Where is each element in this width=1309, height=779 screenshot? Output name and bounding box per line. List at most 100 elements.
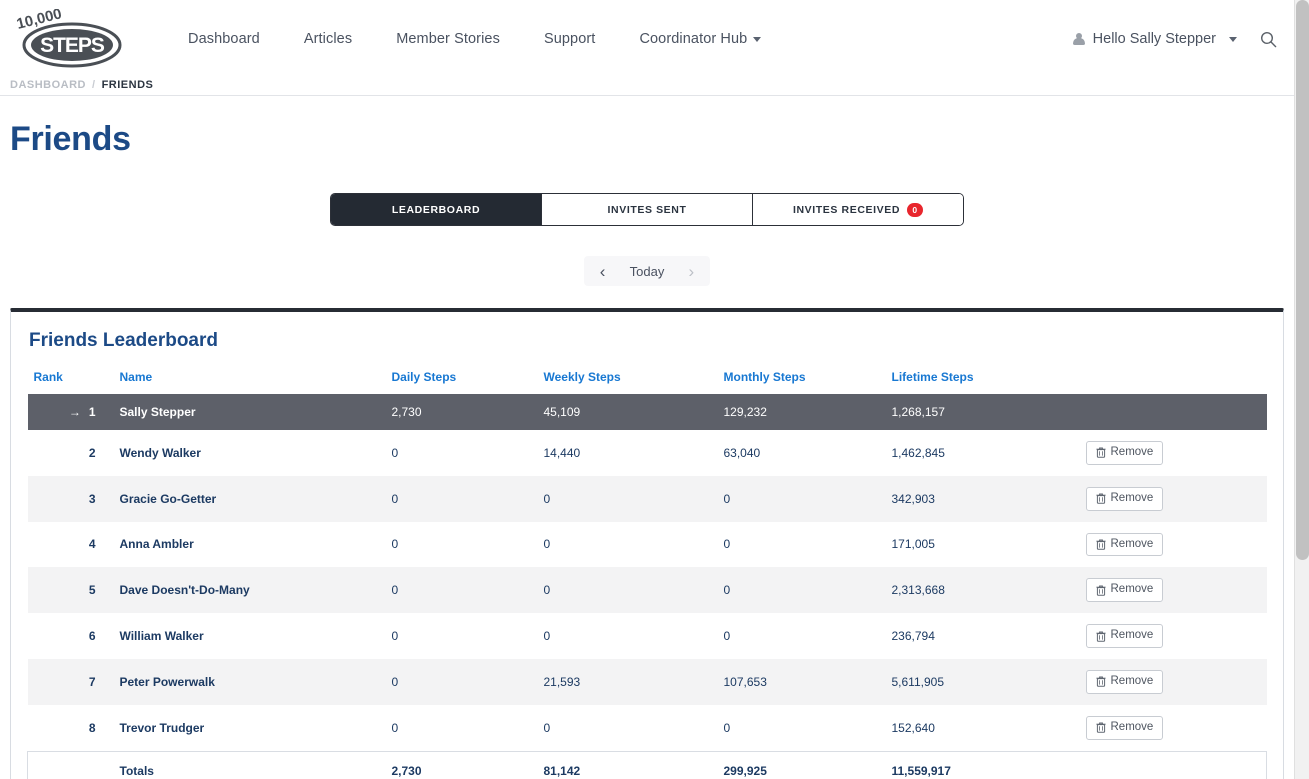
nav-link-dashboard[interactable]: Dashboard: [166, 23, 282, 55]
cell-name[interactable]: Anna Ambler: [114, 522, 386, 568]
remove-friend-button[interactable]: Remove: [1085, 578, 1164, 603]
cell-weekly-steps: 0: [543, 720, 551, 735]
cell-daily-steps: 0: [391, 537, 399, 552]
table-row[interactable]: → 1 Sally Stepper 2,730 45,109 129,232 1,268,1…: [27, 394, 1267, 430]
current-user-arrow-icon: →: [68, 405, 81, 419]
column-header-name[interactable]: Name: [114, 366, 386, 394]
tab-invites-received[interactable]: INVITES RECEIVED 0: [753, 194, 963, 225]
cell-rank: 8: [28, 705, 114, 751]
trash-icon: [1095, 539, 1106, 550]
totals-action-cell: [1075, 750, 1267, 779]
table-row[interactable]: 4 Anna Ambler 0 0 0 171,005 Remove: [28, 522, 1267, 568]
table-header-row: Rank Name Daily Steps Weekly Steps Month…: [28, 366, 1267, 394]
remove-friend-button[interactable]: Remove: [1085, 669, 1164, 694]
remove-button-label: Remove: [1110, 446, 1154, 458]
user-greeting-label: Hello Sally Stepper: [1092, 31, 1216, 47]
cell-rank: 6: [28, 613, 114, 659]
cell-name[interactable]: Peter Powerwalk: [114, 659, 386, 705]
user-menu-button[interactable]: Hello Sally Stepper: [1067, 27, 1243, 51]
cell-name[interactable]: William Walker: [114, 613, 386, 659]
header-right-controls: Hello Sally Stepper: [1067, 27, 1280, 51]
nav-link-member-stories[interactable]: Member Stories: [374, 23, 522, 55]
remove-friend-button[interactable]: Remove: [1085, 624, 1164, 648]
totals-lifetime: 11,559,917: [885, 750, 1076, 779]
cell-rank: 2: [28, 430, 114, 476]
next-day-button[interactable]: ›: [678, 257, 704, 285]
table-row[interactable]: 3 Gracie Go-Getter 0 0 0 342,903 Remove: [27, 475, 1267, 522]
cell-name[interactable]: Trevor Trudger: [114, 705, 386, 751]
site-logo[interactable]: 10,000 STEPS: [10, 8, 130, 70]
remove-friend-button[interactable]: Remove: [1085, 532, 1164, 557]
trash-icon: [1095, 447, 1106, 459]
totals-rank-cell: [27, 750, 114, 779]
remove-button-label: Remove: [1110, 720, 1154, 733]
column-header-rank[interactable]: Rank: [28, 366, 114, 394]
remove-friend-button[interactable]: Remove: [1085, 715, 1164, 740]
cell-daily-steps: 0: [391, 674, 399, 689]
table-row[interactable]: 7 Peter Powerwalk 0 21,593 107,653 5,611,905 R…: [27, 658, 1267, 705]
nav-link-articles[interactable]: Articles: [282, 23, 374, 55]
cell-lifetime-steps: 236,794: [891, 629, 935, 644]
cell-name[interactable]: Sally Stepper: [114, 394, 386, 430]
cell-lifetime-steps: 152,640: [891, 720, 935, 735]
cell-lifetime-steps: 171,005: [891, 537, 935, 552]
previous-day-button[interactable]: ‹: [590, 257, 616, 285]
cell-lifetime-steps: 1,268,157: [891, 405, 945, 419]
cell-name[interactable]: Dave Doesn't-Do-Many: [114, 567, 386, 613]
cell-weekly-steps: 45,109: [543, 405, 581, 419]
trash-icon: [1095, 631, 1106, 642]
cell-lifetime-steps: 5,611,905: [891, 674, 945, 689]
cell-monthly-steps: 0: [723, 491, 731, 506]
table-row[interactable]: 5 Dave Doesn't-Do-Many 0 0 0 2,313,668 Remove: [27, 567, 1267, 614]
cell-weekly-steps: 14,440: [543, 445, 581, 460]
column-header-weekly-steps[interactable]: Weekly Steps: [538, 366, 718, 394]
current-date-label[interactable]: Today: [616, 264, 679, 279]
cell-action: Remove: [1076, 659, 1267, 705]
tab-leaderboard[interactable]: LEADERBOARD: [331, 194, 542, 225]
page-scrollbar-thumb[interactable]: [1296, 0, 1309, 560]
remove-friend-button[interactable]: Remove: [1085, 486, 1164, 511]
nav-label: Articles: [303, 31, 353, 47]
rank-value: 1: [88, 405, 96, 419]
nav-link-support[interactable]: Support: [522, 23, 618, 55]
cell-rank: 5: [28, 567, 114, 613]
column-header-lifetime-steps[interactable]: Lifetime Steps: [886, 366, 1076, 394]
cell-action: Remove: [1076, 613, 1267, 659]
friends-tab-group: LEADERBOARD INVITES SENT INVITES RECEIVE…: [330, 193, 964, 226]
table-row[interactable]: 6 William Walker 0 0 0 236,794 Remove: [28, 613, 1267, 659]
cell-lifetime-steps: 342,903: [891, 491, 935, 506]
trash-icon: [1095, 493, 1106, 504]
search-button[interactable]: [1257, 28, 1280, 51]
cell-daily-steps: 0: [391, 583, 399, 598]
cell-name[interactable]: Gracie Go-Getter: [114, 476, 386, 522]
rank-value: 7: [88, 674, 96, 689]
table-row[interactable]: 2 Wendy Walker 0 14,440 63,040 1,462,845 Remov…: [28, 430, 1267, 476]
page-title: Friends: [10, 120, 131, 158]
cell-action: Remove: [1076, 476, 1267, 522]
svg-text:STEPS: STEPS: [40, 34, 105, 57]
cell-rank: 4: [28, 522, 114, 568]
cell-weekly-steps: 0: [543, 629, 551, 644]
ten-thousand-steps-logo-icon: 10,000 STEPS: [15, 9, 122, 68]
column-header-daily-steps[interactable]: Daily Steps: [386, 366, 538, 394]
cell-monthly-steps: 107,653: [723, 674, 767, 689]
page-vertical-scrollbar[interactable]: [1294, 0, 1309, 779]
rank-value: 2: [88, 445, 96, 460]
breadcrumb: DASHBOARD / FRIENDS: [0, 78, 1294, 96]
table-row[interactable]: 8 Trevor Trudger 0 0 0 152,640 Remove: [28, 705, 1267, 751]
cell-action: Remove: [1076, 522, 1267, 568]
nav-label: Coordinator Hub: [639, 31, 748, 47]
column-header-monthly-steps[interactable]: Monthly Steps: [718, 366, 886, 394]
nav-link-coordinator-hub[interactable]: Coordinator Hub: [617, 23, 783, 55]
primary-nav-links: Dashboard Articles Member Stories Suppor…: [166, 23, 783, 55]
leaderboard-title: Friends Leaderboard: [29, 330, 218, 351]
cell-rank: 3: [28, 476, 114, 522]
chevron-down-icon: [1229, 36, 1237, 42]
cell-lifetime-steps: 1,462,845: [891, 445, 945, 460]
tab-invites-sent[interactable]: INVITES SENT: [542, 194, 753, 225]
remove-friend-button[interactable]: Remove: [1085, 441, 1164, 465]
cell-name[interactable]: Wendy Walker: [114, 430, 386, 476]
nav-label: Dashboard: [188, 31, 260, 47]
cell-weekly-steps: 21,593: [543, 674, 581, 689]
breadcrumb-dashboard-link[interactable]: DASHBOARD: [10, 79, 86, 91]
